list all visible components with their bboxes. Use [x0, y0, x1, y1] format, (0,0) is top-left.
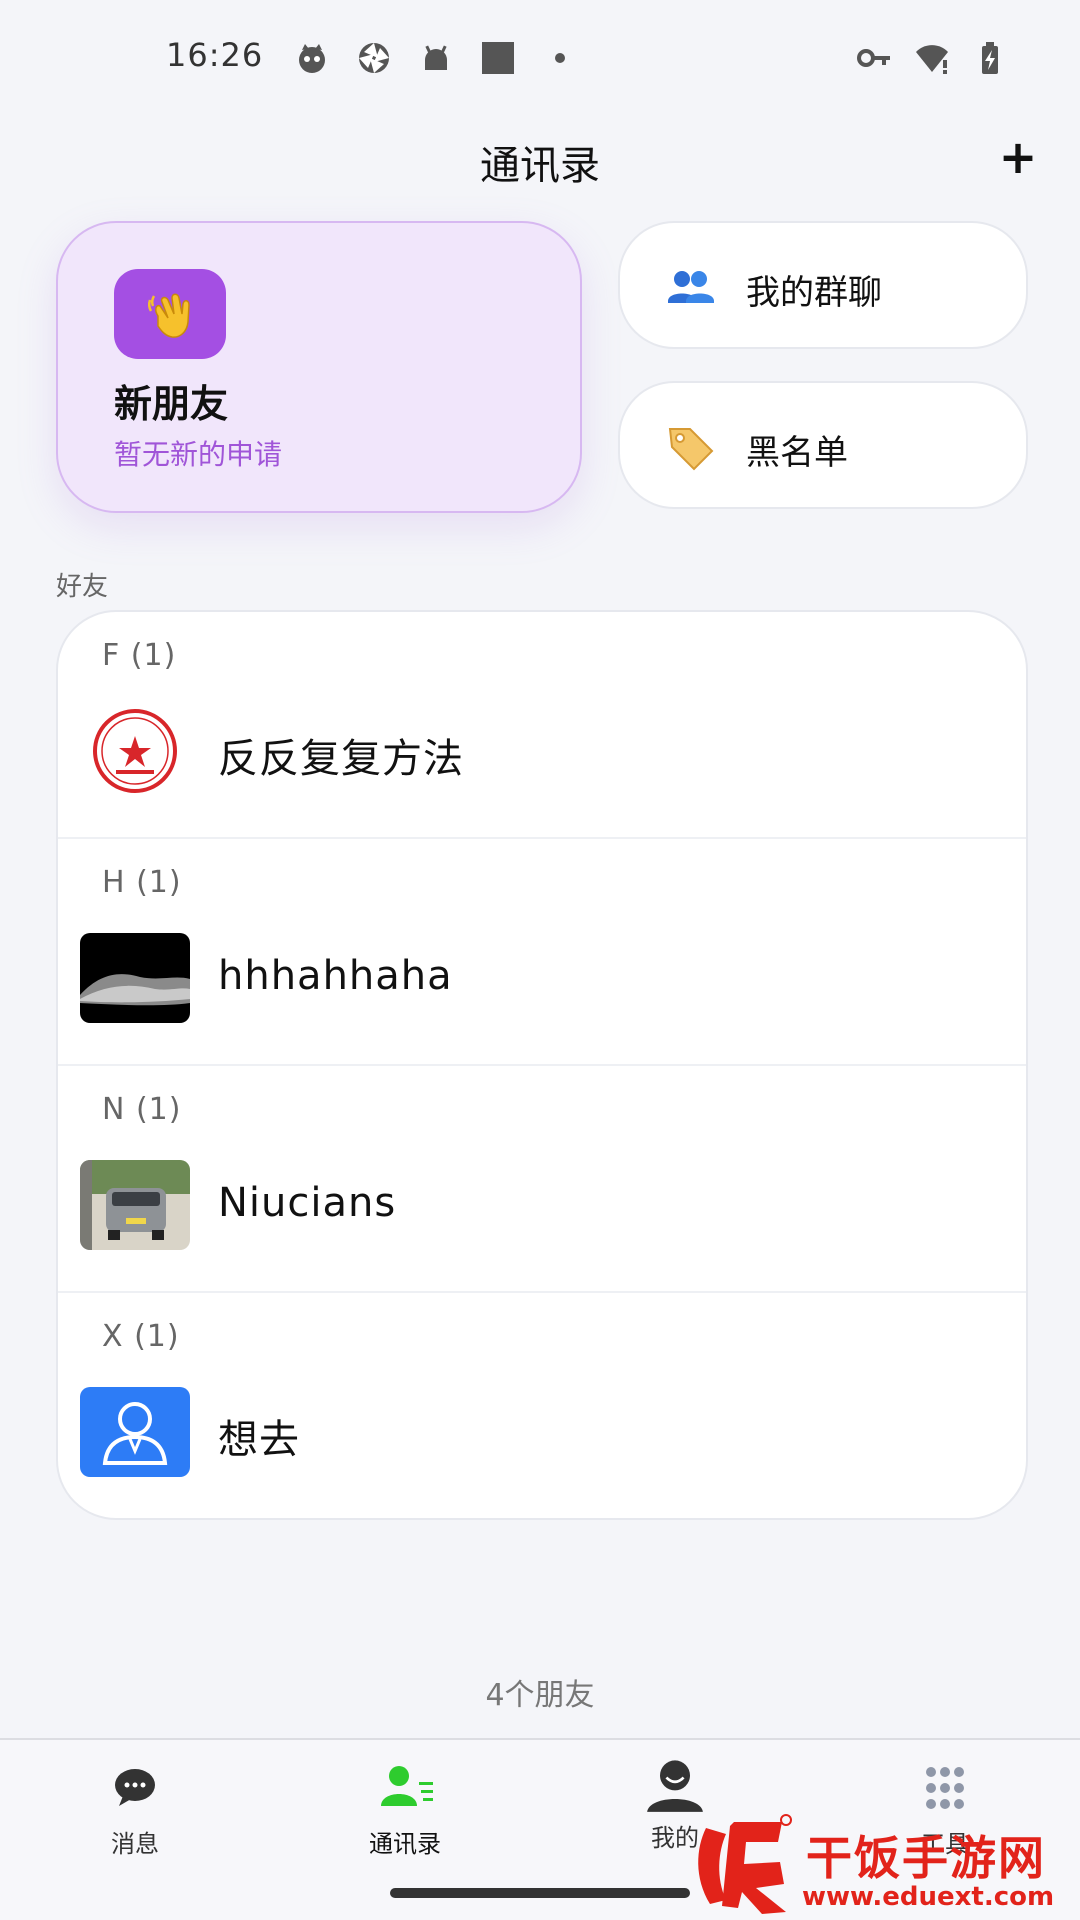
new-friends-title: 新朋友: [114, 382, 229, 426]
status-icons-left: [292, 40, 580, 76]
cat-face-icon: [292, 40, 332, 76]
header: 通讯录 +: [0, 125, 1080, 195]
battery-charging-icon: [970, 40, 1010, 76]
home-indicator[interactable]: [390, 1888, 690, 1898]
blacklist-card[interactable]: 黑名单: [618, 381, 1028, 509]
android-icon: [416, 40, 456, 76]
list-item[interactable]: Niucians: [58, 1156, 1026, 1266]
moon-surface-avatar: [80, 933, 190, 1023]
people-icon: [660, 257, 720, 317]
friend-group-f: F (1) 反反复复方法: [58, 612, 1026, 839]
group-header: H (1): [102, 865, 182, 900]
my-groups-card[interactable]: 我的群聊: [618, 221, 1028, 349]
friend-count: 4个朋友: [485, 1678, 595, 1713]
new-friends-subtitle: 暂无新的申请: [114, 438, 283, 471]
new-friends-card[interactable]: 新朋友 暂无新的申请: [56, 221, 582, 513]
watermark: 干饭手游网 www.eduext.com: [680, 1800, 1080, 1920]
friends-section-label: 好友: [56, 572, 109, 602]
chat-bubble-icon: [115, 1769, 155, 1806]
nav-messages-label: 消息: [111, 1830, 159, 1858]
nav-contacts[interactable]: 通讯录: [305, 1760, 505, 1859]
group-header: F (1): [102, 638, 177, 673]
vpn-key-icon: [854, 40, 894, 76]
friends-list: F (1) 反反复复方法 H (1) hhhahhaha N (1) Niuci…: [56, 610, 1028, 1520]
group-header: N (1): [102, 1092, 182, 1127]
page-title: 通讯录: [480, 143, 600, 189]
friend-group-x: X (1) 想去: [58, 1293, 1026, 1518]
nav-contacts-label: 通讯录: [369, 1830, 441, 1858]
tag-icon: [660, 417, 720, 477]
watermark-url: www.eduext.com: [802, 1882, 1055, 1912]
watermark-logo-icon: [698, 1814, 792, 1914]
list-item[interactable]: 想去: [58, 1383, 1026, 1493]
group-header: X (1): [102, 1319, 180, 1354]
waving-hand-icon: [114, 269, 226, 359]
default-user-avatar: [80, 1387, 190, 1477]
status-time: 16:26: [166, 36, 264, 74]
aperture-icon: [354, 40, 394, 76]
status-icons-right: [854, 40, 1010, 76]
nav-messages[interactable]: 消息: [35, 1760, 235, 1859]
friend-name: hhhahhaha: [218, 953, 453, 999]
friend-name: 反反复复方法: [218, 736, 464, 782]
add-contact-button[interactable]: +: [996, 134, 1040, 180]
friend-group-n: N (1) Niucians: [58, 1066, 1026, 1293]
friend-name: 想去: [218, 1417, 300, 1463]
list-item[interactable]: 反反复复方法: [58, 702, 1026, 812]
status-bar: 16:26: [0, 0, 1080, 115]
blacklist-label: 黑名单: [746, 433, 848, 473]
square-icon: [478, 40, 518, 76]
friend-group-h: H (1) hhhahhaha: [58, 839, 1026, 1066]
red-seal-avatar: [80, 706, 190, 796]
watermark-text: 干饭手游网: [806, 1831, 1046, 1885]
contacts-icon: [381, 1766, 433, 1806]
wifi-alert-icon: [912, 40, 952, 76]
list-item[interactable]: hhhahhaha: [58, 929, 1026, 1039]
dot-icon: [540, 40, 580, 76]
friend-name: Niucians: [218, 1180, 397, 1226]
my-groups-label: 我的群聊: [746, 273, 882, 313]
car-photo-avatar: [80, 1160, 190, 1250]
